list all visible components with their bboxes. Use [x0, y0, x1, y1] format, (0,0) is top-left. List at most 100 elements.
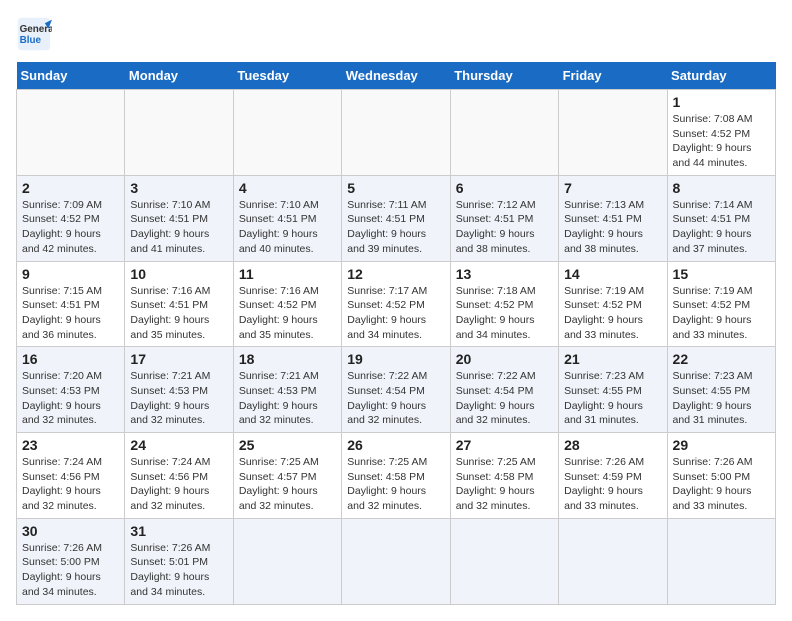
- calendar-cell: [559, 518, 667, 604]
- calendar-cell: [342, 518, 450, 604]
- calendar-cell: 24 Sunrise: 7:24 AMSunset: 4:56 PMDayligh…: [125, 433, 233, 519]
- day-number: 6: [456, 180, 553, 196]
- day-info: Sunrise: 7:19 AMSunset: 4:52 PMDaylight:…: [564, 284, 661, 343]
- day-info: Sunrise: 7:25 AMSunset: 4:57 PMDaylight:…: [239, 455, 336, 514]
- day-info: Sunrise: 7:10 AMSunset: 4:51 PMDaylight:…: [239, 198, 336, 257]
- day-info: Sunrise: 7:13 AMSunset: 4:51 PMDaylight:…: [564, 198, 661, 257]
- day-number: 17: [130, 351, 227, 367]
- calendar-cell: 2 Sunrise: 7:09 AMSunset: 4:52 PMDaylight…: [17, 175, 125, 261]
- day-info: Sunrise: 7:24 AMSunset: 4:56 PMDaylight:…: [22, 455, 119, 514]
- calendar-cell: 27Sunrise: 7:25 AMSunset: 4:58 PMDayligh…: [450, 433, 558, 519]
- calendar-cell: 13 Sunrise: 7:18 AMSunset: 4:52 PMDayligh…: [450, 261, 558, 347]
- calendar-cell: 12Sunrise: 7:17 AMSunset: 4:52 PMDayligh…: [342, 261, 450, 347]
- calendar-cell: 16Sunrise: 7:20 AMSunset: 4:53 PMDayligh…: [17, 347, 125, 433]
- calendar-cell: 11Sunrise: 7:16 AMSunset: 4:52 PMDayligh…: [233, 261, 341, 347]
- day-info: Sunrise: 7:23 AMSunset: 4:55 PMDaylight:…: [564, 369, 661, 428]
- weekday-header-saturday: Saturday: [667, 62, 775, 90]
- day-number: 14: [564, 266, 661, 282]
- calendar-cell: 23 Sunrise: 7:24 AMSunset: 4:56 PMDayligh…: [17, 433, 125, 519]
- calendar-cell: [342, 90, 450, 176]
- calendar-cell: 15 Sunrise: 7:19 AMSunset: 4:52 PMDayligh…: [667, 261, 775, 347]
- day-info: Sunrise: 7:19 AMSunset: 4:52 PMDaylight:…: [673, 284, 770, 343]
- calendar-cell: 4Sunrise: 7:10 AMSunset: 4:51 PMDaylight…: [233, 175, 341, 261]
- day-info: Sunrise: 7:18 AMSunset: 4:52 PMDaylight:…: [456, 284, 553, 343]
- logo: General Blue: [16, 16, 52, 52]
- day-info: Sunrise: 7:15 AMSunset: 4:51 PMDaylight:…: [22, 284, 119, 343]
- logo-icon: General Blue: [16, 16, 52, 52]
- page-header: General Blue: [16, 16, 776, 52]
- calendar-cell: 19Sunrise: 7:22 AMSunset: 4:54 PMDayligh…: [342, 347, 450, 433]
- day-number: 24: [130, 437, 227, 453]
- weekday-header-wednesday: Wednesday: [342, 62, 450, 90]
- day-number: 20: [456, 351, 553, 367]
- calendar-cell: 21 Sunrise: 7:23 AMSunset: 4:55 PMDayligh…: [559, 347, 667, 433]
- day-number: 2: [22, 180, 119, 196]
- svg-text:Blue: Blue: [20, 35, 42, 46]
- calendar-row: 30 Sunrise: 7:26 AMSunset: 5:00 PMDayligh…: [17, 518, 776, 604]
- calendar-cell: 8Sunrise: 7:14 AMSunset: 4:51 PMDaylight…: [667, 175, 775, 261]
- day-info: Sunrise: 7:20 AMSunset: 4:53 PMDaylight:…: [22, 369, 119, 428]
- day-number: 26: [347, 437, 444, 453]
- calendar-cell: 31Sunrise: 7:26 AMSunset: 5:01 PMDayligh…: [125, 518, 233, 604]
- day-info: Sunrise: 7:25 AMSunset: 4:58 PMDaylight:…: [347, 455, 444, 514]
- calendar-cell: 30 Sunrise: 7:26 AMSunset: 5:00 PMDayligh…: [17, 518, 125, 604]
- day-number: 1: [673, 94, 770, 110]
- day-number: 9: [22, 266, 119, 282]
- calendar-cell: 29Sunrise: 7:26 AMSunset: 5:00 PMDayligh…: [667, 433, 775, 519]
- calendar-row: 1 Sunrise: 7:08 AMSunset: 4:52 PMDaylight…: [17, 90, 776, 176]
- calendar-cell: [233, 90, 341, 176]
- day-number: 3: [130, 180, 227, 196]
- weekday-header-sunday: Sunday: [17, 62, 125, 90]
- day-info: Sunrise: 7:24 AMSunset: 4:56 PMDaylight:…: [130, 455, 227, 514]
- day-number: 21: [564, 351, 661, 367]
- day-number: 11: [239, 266, 336, 282]
- calendar-row: 16Sunrise: 7:20 AMSunset: 4:53 PMDayligh…: [17, 347, 776, 433]
- calendar-cell: [667, 518, 775, 604]
- day-number: 22: [673, 351, 770, 367]
- day-number: 7: [564, 180, 661, 196]
- day-info: Sunrise: 7:22 AMSunset: 4:54 PMDaylight:…: [456, 369, 553, 428]
- calendar-cell: [125, 90, 233, 176]
- calendar-cell: [450, 90, 558, 176]
- day-number: 30: [22, 523, 119, 539]
- calendar-cell: 25Sunrise: 7:25 AMSunset: 4:57 PMDayligh…: [233, 433, 341, 519]
- day-number: 15: [673, 266, 770, 282]
- day-info: Sunrise: 7:08 AMSunset: 4:52 PMDaylight:…: [673, 112, 770, 171]
- weekday-header-monday: Monday: [125, 62, 233, 90]
- day-info: Sunrise: 7:11 AMSunset: 4:51 PMDaylight:…: [347, 198, 444, 257]
- day-number: 23: [22, 437, 119, 453]
- calendar-cell: 1 Sunrise: 7:08 AMSunset: 4:52 PMDaylight…: [667, 90, 775, 176]
- calendar-cell: 14 Sunrise: 7:19 AMSunset: 4:52 PMDayligh…: [559, 261, 667, 347]
- weekday-header-thursday: Thursday: [450, 62, 558, 90]
- day-number: 13: [456, 266, 553, 282]
- day-info: Sunrise: 7:09 AMSunset: 4:52 PMDaylight:…: [22, 198, 119, 257]
- calendar-cell: [17, 90, 125, 176]
- day-info: Sunrise: 7:26 AMSunset: 5:00 PMDaylight:…: [22, 541, 119, 600]
- weekday-header-friday: Friday: [559, 62, 667, 90]
- day-number: 18: [239, 351, 336, 367]
- calendar-cell: 18Sunrise: 7:21 AMSunset: 4:53 PMDayligh…: [233, 347, 341, 433]
- calendar-cell: 6 Sunrise: 7:12 AMSunset: 4:51 PMDaylight…: [450, 175, 558, 261]
- day-number: 5: [347, 180, 444, 196]
- calendar-row: 2 Sunrise: 7:09 AMSunset: 4:52 PMDaylight…: [17, 175, 776, 261]
- day-number: 31: [130, 523, 227, 539]
- calendar-cell: 5 Sunrise: 7:11 AMSunset: 4:51 PMDaylight…: [342, 175, 450, 261]
- day-number: 12: [347, 266, 444, 282]
- day-info: Sunrise: 7:26 AMSunset: 5:00 PMDaylight:…: [673, 455, 770, 514]
- calendar-cell: 17 Sunrise: 7:21 AMSunset: 4:53 PMDayligh…: [125, 347, 233, 433]
- calendar-cell: [233, 518, 341, 604]
- calendar-cell: [450, 518, 558, 604]
- day-number: 27: [456, 437, 553, 453]
- day-number: 10: [130, 266, 227, 282]
- weekday-header-tuesday: Tuesday: [233, 62, 341, 90]
- calendar-cell: 10 Sunrise: 7:16 AMSunset: 4:51 PMDayligh…: [125, 261, 233, 347]
- calendar-cell: 9 Sunrise: 7:15 AMSunset: 4:51 PMDaylight…: [17, 261, 125, 347]
- day-info: Sunrise: 7:12 AMSunset: 4:51 PMDaylight:…: [456, 198, 553, 257]
- day-info: Sunrise: 7:26 AMSunset: 4:59 PMDaylight:…: [564, 455, 661, 514]
- day-info: Sunrise: 7:23 AMSunset: 4:55 PMDaylight:…: [673, 369, 770, 428]
- day-info: Sunrise: 7:16 AMSunset: 4:51 PMDaylight:…: [130, 284, 227, 343]
- day-info: Sunrise: 7:14 AMSunset: 4:51 PMDaylight:…: [673, 198, 770, 257]
- calendar-cell: 26 Sunrise: 7:25 AMSunset: 4:58 PMDayligh…: [342, 433, 450, 519]
- day-info: Sunrise: 7:21 AMSunset: 4:53 PMDaylight:…: [130, 369, 227, 428]
- calendar-cell: 28Sunrise: 7:26 AMSunset: 4:59 PMDayligh…: [559, 433, 667, 519]
